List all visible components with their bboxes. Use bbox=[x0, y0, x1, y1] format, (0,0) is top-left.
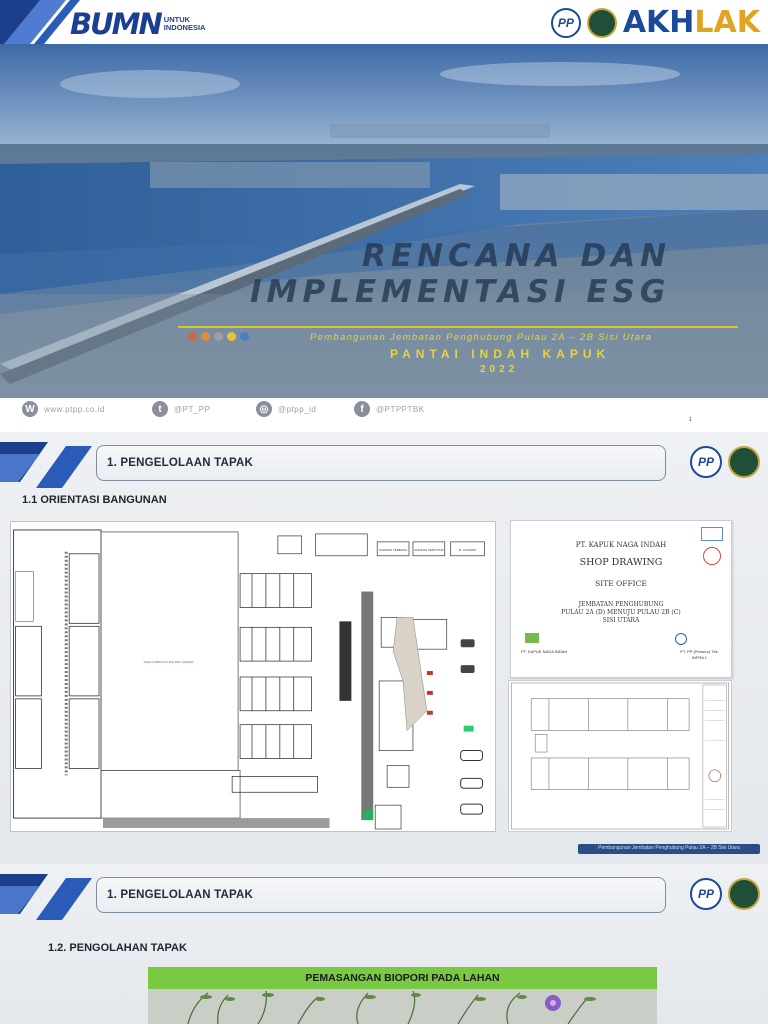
sub-heading: 1.1 ORIENTASI BANGUNAN bbox=[22, 494, 167, 506]
site-processing-slide: 1. PENGELOLAAN TAPAK PP 1.2. PENGOLAHAN … bbox=[0, 864, 768, 1024]
sub-heading: 1.2. PENGOLAHAN TAPAK bbox=[48, 942, 187, 954]
website-icon: W bbox=[22, 401, 38, 417]
pp-logo-text: PP bbox=[557, 16, 574, 30]
client-logo-icon bbox=[525, 633, 539, 643]
doc-left-label: PT. KAPUK NAGA INDAH bbox=[521, 649, 568, 654]
social-facebook[interactable]: f @PTPPTBK bbox=[354, 401, 425, 417]
cover-subtitle: Pembangunan Jembatan Penghubung Pulau 2A… bbox=[310, 332, 653, 343]
pp-small-logo-icon bbox=[675, 633, 687, 645]
title-divider bbox=[178, 326, 738, 328]
decorative-dot bbox=[214, 332, 223, 341]
pp-logo: PP bbox=[690, 446, 722, 478]
section-title-bar: 1. PENGELOLAAN TAPAK bbox=[96, 877, 666, 913]
doc-company: PT. KAPUK NAGA INDAH bbox=[575, 541, 667, 549]
bumn-tagline: UNTUK INDONESIA bbox=[164, 16, 206, 32]
pp-logo: PP bbox=[550, 8, 581, 38]
bumn-logo: BUMN UNTUK INDONESIA bbox=[70, 7, 206, 41]
bumn-tagline-2: INDONESIA bbox=[163, 23, 206, 32]
section-title-bar: 1. PENGELOLAAN TAPAK bbox=[96, 445, 666, 481]
slide-logos: PP bbox=[690, 878, 760, 910]
decorative-dot bbox=[188, 332, 197, 341]
danantara-emblem-icon bbox=[728, 446, 760, 478]
slide-logos: PP bbox=[690, 446, 760, 478]
seal-stamp-icon bbox=[703, 547, 721, 565]
pp-logo: PP bbox=[690, 878, 722, 910]
social-facebook-text: @PTPPTBK bbox=[376, 404, 425, 414]
akhlak-logo-part-1: AKH bbox=[622, 5, 695, 40]
social-instagram-text: @ptpp_id bbox=[278, 404, 317, 414]
social-twitter[interactable]: t @PT_PP bbox=[152, 401, 210, 417]
biopori-banner: PEMASANGAN BIOPORI PADA LAHAN bbox=[148, 967, 657, 989]
social-website[interactable]: W www.ptpp.co.id bbox=[22, 401, 105, 417]
twitter-icon: t bbox=[152, 401, 168, 417]
cover-year: 2022 bbox=[480, 364, 519, 375]
plan-gudang-tertutup-label: GUDANG TERTUTUP bbox=[414, 548, 444, 552]
plan-gudang-terbuka-label: GUDANG TERBUKA bbox=[379, 548, 407, 552]
site-office-drawing-sheet bbox=[508, 680, 732, 832]
page-number: 1 bbox=[688, 416, 692, 423]
bumn-wordmark: BUMN bbox=[70, 7, 163, 41]
section-title: 1. PENGELOLAAN TAPAK bbox=[107, 889, 254, 901]
doc-project-1: JEMBATAN PENGHUBUNG bbox=[578, 601, 664, 608]
social-footer: W www.ptpp.co.id t @PT_PP ◎ @ptpp_id f @… bbox=[0, 398, 768, 432]
plan-area-label: AREA FABRIKASI SISI BOX GIRDER bbox=[144, 660, 194, 664]
site-orientation-slide: 1. PENGELOLAAN TAPAK PP 1.1 ORIENTASI BA… bbox=[0, 432, 768, 864]
decorative-dot bbox=[240, 332, 249, 341]
danantara-emblem-icon bbox=[728, 878, 760, 910]
aerial-bridge-photo bbox=[0, 44, 768, 398]
plan-logistik-label: R. LOGISTIK bbox=[459, 548, 477, 552]
cover-header: BUMN UNTUK INDONESIA PP AKHLAK bbox=[0, 0, 768, 44]
pp-logo-text: PP bbox=[697, 455, 714, 469]
site-plan-drawing: AREA FABRIKASI SISI BOX GIRDER GUDANG TE… bbox=[10, 521, 496, 832]
cover-slide: BUMN UNTUK INDONESIA PP AKHLAK RENCANA D… bbox=[0, 0, 768, 432]
cover-title: RENCANA DAN IMPLEMENTASI ESG bbox=[250, 238, 690, 310]
decorative-dot bbox=[201, 332, 210, 341]
shop-drawing-cover: PT. KAPUK NAGA INDAH SHOP DRAWING SITE O… bbox=[510, 520, 732, 678]
biopori-plant-photo bbox=[148, 989, 657, 1024]
social-twitter-text: @PT_PP bbox=[174, 404, 211, 414]
social-website-text: www.ptpp.co.id bbox=[44, 404, 105, 414]
cover-location: PANTAI INDAH KAPUK bbox=[390, 347, 611, 361]
footer-caption-bar: Pembangunan Jembatan Penghubung Pulau 2A… bbox=[578, 844, 760, 854]
cover-title-line-1: RENCANA DAN bbox=[362, 238, 672, 274]
decorative-dot bbox=[227, 332, 236, 341]
header-logos: PP AKHLAK bbox=[550, 6, 760, 40]
biopori-banner-text: PEMASANGAN BIOPORI PADA LAHAN bbox=[305, 972, 500, 984]
section-title: 1. PENGELOLAAN TAPAK bbox=[107, 457, 254, 469]
doc-project-2: PULAU 2A (D) MENUJU PULAU 2B (C) bbox=[561, 609, 681, 616]
approval-stamp-icon bbox=[701, 527, 723, 541]
doc-type: SHOP DRAWING bbox=[579, 557, 663, 568]
doc-right-label-2: INFRA 1 bbox=[691, 655, 707, 660]
pp-logo-text: PP bbox=[697, 887, 714, 901]
facebook-icon: f bbox=[354, 401, 370, 417]
danantara-emblem-icon bbox=[586, 8, 617, 38]
doc-right-label: PT. PP (Persero) Tbk. bbox=[680, 649, 719, 654]
cover-title-line-2: IMPLEMENTASI ESG bbox=[250, 274, 671, 310]
social-instagram[interactable]: ◎ @ptpp_id bbox=[256, 401, 316, 417]
instagram-icon: ◎ bbox=[256, 401, 272, 417]
decorative-dots bbox=[188, 332, 249, 341]
doc-object: SITE OFFICE bbox=[595, 579, 647, 588]
akhlak-logo: AKHLAK bbox=[623, 8, 760, 38]
akhlak-logo-part-2: LAK bbox=[694, 5, 760, 40]
doc-project-3: SISI UTARA bbox=[602, 617, 640, 624]
footer-caption: Pembangunan Jembatan Penghubung Pulau 2A… bbox=[598, 845, 740, 851]
